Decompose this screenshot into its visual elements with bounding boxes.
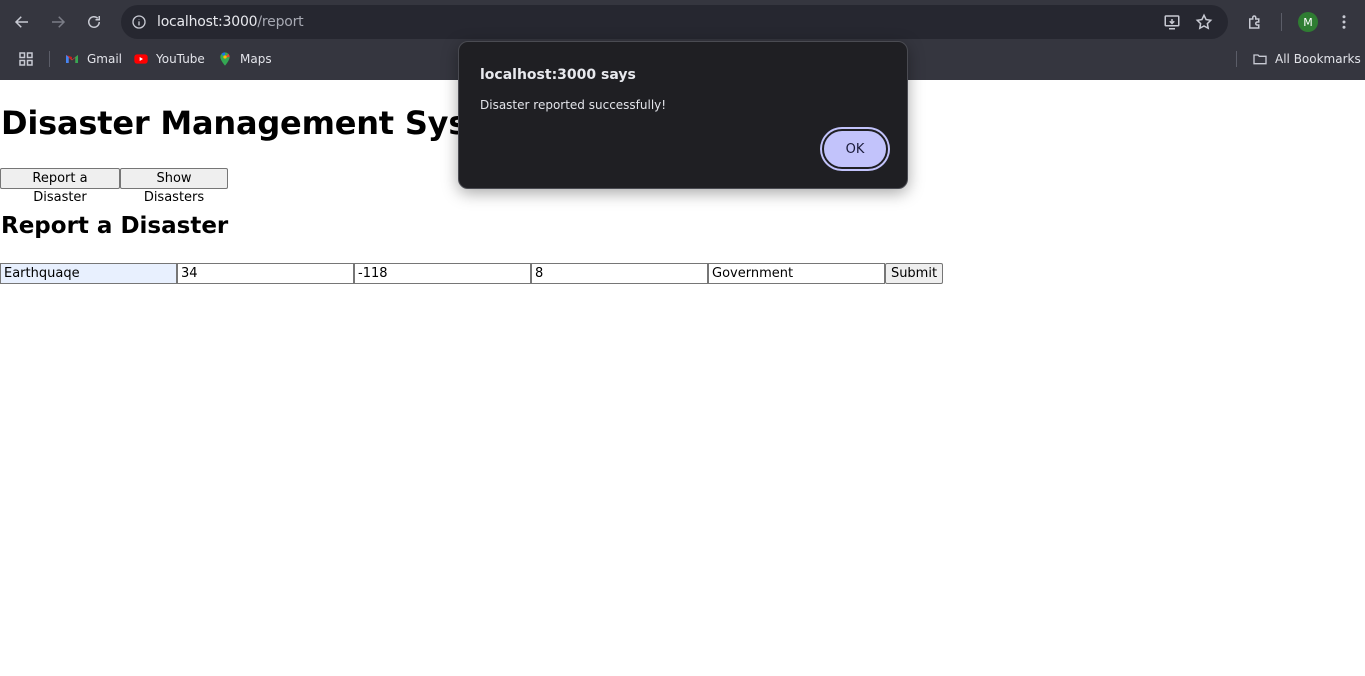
gmail-icon bbox=[66, 55, 78, 63]
url-path: /report bbox=[257, 14, 304, 30]
menu-kebab-icon[interactable] bbox=[1332, 10, 1356, 34]
folder-icon bbox=[1253, 54, 1267, 65]
longitude-input[interactable] bbox=[354, 263, 531, 284]
forward-button[interactable] bbox=[44, 8, 72, 36]
youtube-icon bbox=[134, 54, 148, 64]
bookmark-youtube[interactable]: YouTube bbox=[133, 49, 205, 69]
bookmark-label: Maps bbox=[240, 52, 272, 66]
severity-input[interactable] bbox=[531, 263, 708, 284]
reload-button[interactable] bbox=[80, 8, 108, 36]
bookmarks-right-divider bbox=[1236, 51, 1237, 67]
site-info-icon[interactable] bbox=[129, 12, 149, 32]
reload-icon bbox=[88, 16, 100, 28]
dialog-message: Disaster reported successfully! bbox=[480, 98, 667, 112]
forward-arrow-icon bbox=[52, 16, 66, 28]
bookmark-label: Gmail bbox=[87, 52, 123, 66]
latitude-input[interactable] bbox=[177, 263, 354, 284]
maps-icon bbox=[220, 52, 230, 66]
alert-dialog: localhost:3000 says Disaster reported su… bbox=[458, 41, 908, 189]
toolbar-divider bbox=[1281, 13, 1282, 31]
extensions-icon[interactable] bbox=[1243, 10, 1267, 34]
bookmark-maps[interactable]: Maps bbox=[217, 49, 272, 69]
bookmark-gmail[interactable]: Gmail bbox=[64, 49, 122, 69]
browser-toolbar: localhost:3000/report M bbox=[0, 0, 1365, 44]
url-host: localhost:3000 bbox=[157, 14, 258, 30]
section-title: Report a Disaster bbox=[1, 213, 229, 239]
apps-grid-icon[interactable] bbox=[17, 50, 35, 68]
profile-avatar[interactable]: M bbox=[1298, 12, 1318, 32]
install-app-icon[interactable] bbox=[1162, 12, 1182, 32]
page-title: Disaster Management System bbox=[1, 104, 537, 142]
address-bar[interactable]: localhost:3000/report bbox=[121, 5, 1228, 39]
reporter-input[interactable] bbox=[708, 263, 885, 284]
dialog-ok-button[interactable]: OK bbox=[822, 129, 888, 169]
bookmark-label: YouTube bbox=[156, 52, 205, 66]
url-text[interactable]: localhost:3000/report bbox=[157, 14, 304, 30]
all-bookmarks-label: All Bookmarks bbox=[1275, 52, 1361, 66]
all-bookmarks-button[interactable]: All Bookmarks bbox=[1252, 49, 1361, 69]
bookmark-star-icon[interactable] bbox=[1194, 12, 1214, 32]
show-disasters-button[interactable]: Show Disasters bbox=[120, 168, 228, 205]
bookmarks-divider bbox=[49, 51, 50, 67]
dialog-title: localhost:3000 says bbox=[480, 67, 636, 83]
back-button[interactable] bbox=[8, 8, 36, 36]
disaster-type-input[interactable] bbox=[0, 263, 177, 284]
submit-button[interactable]: Submit bbox=[885, 263, 943, 284]
back-arrow-icon bbox=[14, 16, 28, 28]
report-disaster-button[interactable]: Report a Disaster bbox=[0, 168, 120, 205]
